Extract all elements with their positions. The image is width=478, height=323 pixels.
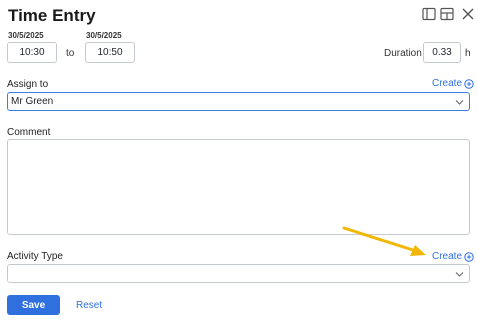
activity-type-label: Activity Type: [7, 251, 63, 262]
assign-to-select[interactable]: Mr Green: [7, 92, 470, 111]
assign-create-label: Create: [432, 78, 463, 89]
sidebar-panel-icon[interactable]: [422, 7, 436, 21]
assign-create-link[interactable]: Create: [432, 78, 474, 89]
plus-circle-icon: [464, 251, 474, 262]
activity-type-select[interactable]: [7, 264, 470, 283]
duration-label: Duration: [384, 48, 422, 59]
start-time-input[interactable]: 10:30: [7, 42, 57, 63]
close-icon[interactable]: [461, 7, 475, 21]
reset-button[interactable]: Reset: [76, 300, 102, 311]
activity-create-label: Create: [432, 251, 463, 262]
layout-icon[interactable]: [440, 7, 454, 21]
activity-create-link[interactable]: Create: [432, 251, 474, 262]
duration-input[interactable]: 0.33: [423, 42, 461, 63]
duration-unit: h: [465, 48, 471, 59]
annotation-arrow-icon: [340, 224, 430, 263]
comment-textarea[interactable]: [7, 139, 470, 235]
end-time-input[interactable]: 10:50: [85, 42, 135, 63]
assign-to-value: Mr Green: [11, 96, 54, 107]
assign-to-label: Assign to: [7, 79, 49, 90]
comment-label: Comment: [7, 127, 51, 138]
to-label: to: [66, 48, 75, 59]
start-date-label: 30/5/2025: [8, 31, 44, 40]
plus-circle-icon: [464, 78, 474, 89]
end-date-label: 30/5/2025: [86, 31, 122, 40]
chevron-down-icon: [455, 270, 464, 281]
page-title: Time Entry: [8, 6, 96, 25]
chevron-down-icon: [455, 98, 464, 109]
save-button[interactable]: Save: [7, 295, 60, 315]
